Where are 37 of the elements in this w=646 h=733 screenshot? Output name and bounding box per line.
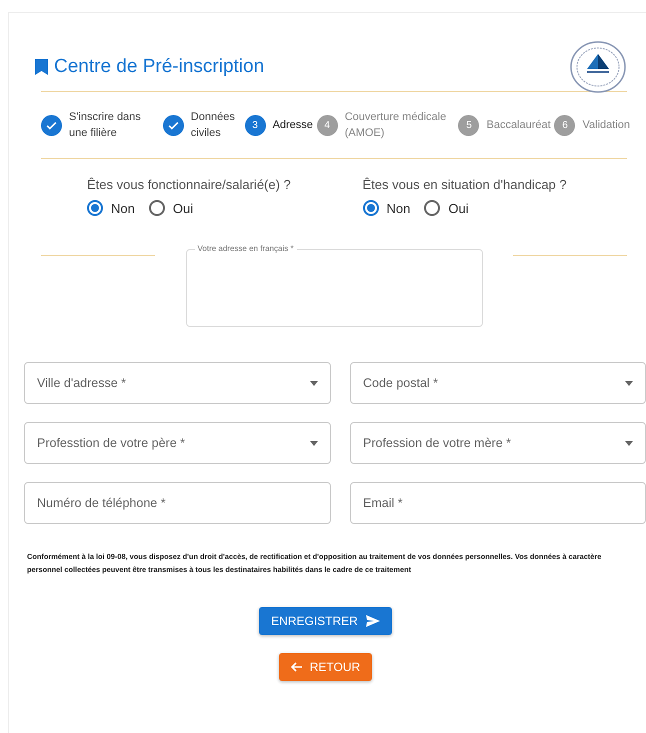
step-number: 6 [554,114,576,136]
step-number: 3 [244,114,266,136]
emblem-icon [570,41,626,93]
save-button[interactable]: ENREGISTRER [259,607,392,635]
send-icon [366,615,380,627]
step-label: Données civiles [190,110,236,141]
radio-button[interactable] [424,200,440,216]
page-title: Centre de Pré-inscription [54,56,264,78]
step-number: 5 [458,114,480,136]
dropdown-field[interactable]: Ville d'adresse * [24,362,331,404]
step-number: 4 [316,114,338,136]
input-field[interactable]: Email * [350,482,646,524]
caret-icon [310,380,318,386]
radio-label[interactable]: Oui [172,200,194,216]
dropdown-field[interactable]: Profession de votre mère * [350,422,646,464]
dropdown-field[interactable]: Code postal * [350,362,646,404]
input-field[interactable]: Numéro de téléphone * [24,482,331,524]
radio-label[interactable]: Oui [448,200,469,216]
radio-label[interactable]: Non [386,200,410,216]
radio-button[interactable] [148,200,165,216]
caret-icon [625,380,633,386]
question-label: Êtes vous en situation d'handicap ? [362,177,568,192]
radio-label[interactable]: Non [111,200,135,216]
arrow-left-icon [290,662,302,672]
step-label: Baccalauréat [486,118,551,133]
bookmark-icon [35,59,48,75]
question-label: Êtes vous fonctionnaire/salarié(e) ? [87,177,292,192]
back-button[interactable]: RETOUR [278,653,372,681]
caret-icon [310,440,318,446]
caret-icon [625,440,633,446]
step-label: S'inscrire dans une filière [69,110,142,141]
step-label: Adresse [272,118,313,133]
radio-button[interactable] [87,200,103,216]
step-label: Couverture médicale (AMOE) [344,110,448,141]
dropdown-field[interactable]: Professtion de votre père * [24,422,331,464]
step-label: Validation [582,118,630,133]
radio-button[interactable] [362,200,378,216]
